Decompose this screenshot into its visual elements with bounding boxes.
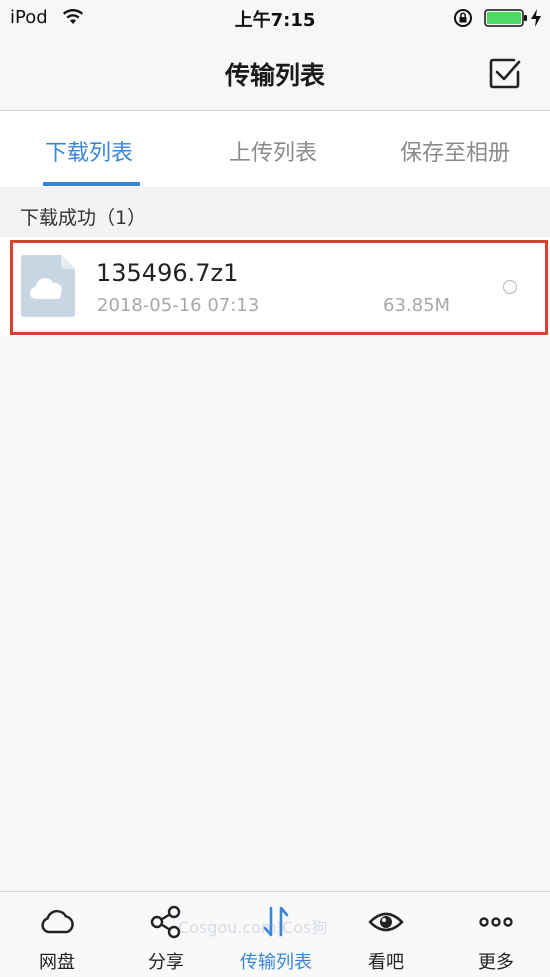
- rotation-lock-icon: [454, 9, 472, 27]
- page-title: 传输列表: [224, 61, 325, 90]
- tab-bar-label-share: 分享: [148, 952, 184, 973]
- file-size: 63.85M: [383, 295, 451, 316]
- file-date: 2018-05-16 07:13: [97, 295, 260, 316]
- tab-bar-label-kanba: 看吧: [368, 952, 404, 973]
- more-icon: [479, 917, 513, 927]
- tab-bar-label-transfer: 传输列表: [240, 952, 312, 973]
- watermark: Cosgou.com|Cos狗: [178, 918, 328, 937]
- active-tab-indicator: [43, 182, 140, 186]
- tab-download-list[interactable]: 下载列表: [45, 135, 133, 167]
- tab-bar-label-disk: 网盘: [39, 952, 75, 973]
- list-item[interactable]: 135496.7z1 2018-05-16 07:13 63.85M: [0, 237, 550, 336]
- file-name: 135496.7z1: [96, 259, 239, 287]
- tab-bar-item-more[interactable]: 更多: [441, 892, 550, 977]
- select-checkbox-icon[interactable]: [488, 56, 522, 90]
- status-bar: iPod 上午7:15: [0, 0, 550, 36]
- section-header: 下载成功（1）: [0, 187, 550, 237]
- bottom-tab-bar: 网盘 分享 传输列表 看吧 更多 Cosgou.com|Cos狗: [0, 891, 550, 977]
- cloud-file-icon: [21, 255, 75, 317]
- battery-icon: [484, 9, 527, 27]
- tab-bar-label-more: 更多: [478, 952, 514, 973]
- nav-bar: 传输列表: [0, 36, 550, 111]
- download-success-label: 下载成功（1）: [20, 207, 147, 229]
- tab-bar-item-kanba[interactable]: 看吧: [331, 892, 441, 977]
- charging-bolt-icon: [531, 9, 541, 27]
- tab-upload-list[interactable]: 上传列表: [229, 135, 317, 167]
- eye-icon: [368, 912, 404, 932]
- tab-save-to-album[interactable]: 保存至相册: [400, 135, 510, 167]
- transfer-tabs: 下载列表 上传列表 保存至相册: [0, 111, 550, 187]
- select-radio[interactable]: [503, 280, 517, 294]
- highlight-box: [10, 240, 548, 335]
- cloud-icon: [41, 910, 74, 934]
- tab-bar-item-disk[interactable]: 网盘: [2, 892, 112, 977]
